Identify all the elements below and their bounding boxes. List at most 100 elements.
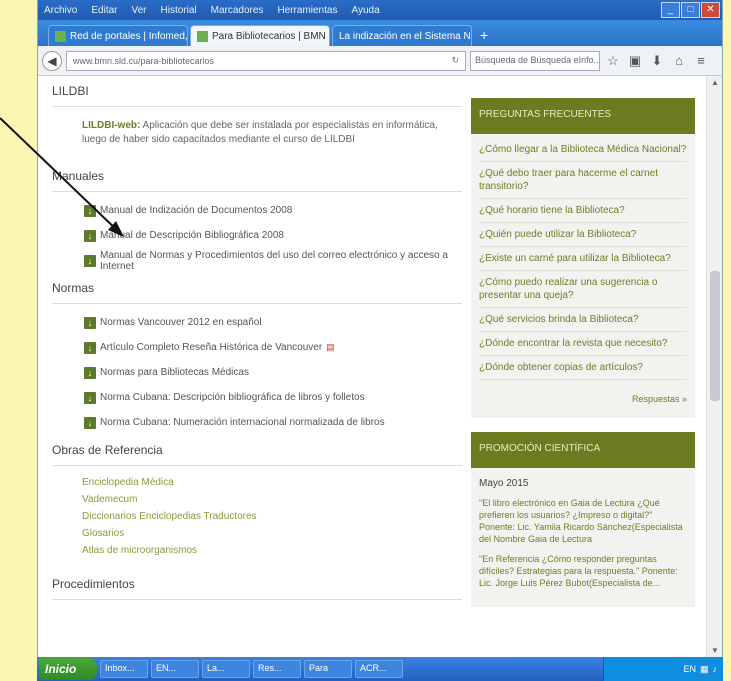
start-button[interactable]: Inicio <box>39 658 97 680</box>
tab-label: Para Bibliotecarios | BMN <box>212 30 326 42</box>
menu-archivo[interactable]: Archivo <box>44 5 77 16</box>
download-icon: ↓ <box>84 254 96 267</box>
close-icon[interactable]: ✕ <box>701 2 720 18</box>
page-content: LILDBI LILDBI-web: Aplicación que debe s… <box>38 76 708 657</box>
faq-link[interactable]: ¿Qué horario tiene la Biblioteca? <box>479 199 687 223</box>
doc-link[interactable]: Norma Cubana: Descripción bibliográfica … <box>100 392 365 403</box>
lildbi-description: LILDBI-web: Aplicación que debe ser inst… <box>52 107 462 161</box>
clipboard-icon[interactable]: ▣ <box>626 53 644 69</box>
language-indicator[interactable]: EN <box>683 664 696 674</box>
tab-indizacion[interactable]: La indización en el Sistema Nacion... × <box>332 25 472 46</box>
lildbi-link[interactable]: LILDBI-web: <box>82 120 140 131</box>
minimize-icon[interactable]: _ <box>661 2 680 18</box>
url-bar[interactable]: www.bmn.sld.cu/para-bibliotecarios ↻ <box>66 50 466 71</box>
menu-editar[interactable]: Editar <box>91 5 117 16</box>
list-item[interactable]: ↓ Artículo Completo Reseña Histórica de V… <box>52 335 462 360</box>
download-icon: ↓ <box>84 229 96 242</box>
faq-link[interactable]: ¿Qué debo traer para hacerme el carnet t… <box>479 162 687 199</box>
faq-link[interactable]: ¿Cómo puedo realizar una sugerencia o pr… <box>479 271 687 308</box>
window-controls: _ □ ✕ <box>661 2 720 18</box>
volume-icon[interactable]: ♪ <box>713 664 718 674</box>
manuales-list: ↓ Manual de Indización de Documentos 2008… <box>52 192 462 273</box>
promo-box: PROMOCIÓN CIENTÍFICA Mayo 2015 "El libro… <box>471 432 695 607</box>
favicon-icon <box>55 30 66 42</box>
doc-link[interactable]: Normas Vancouver 2012 en español <box>100 317 262 328</box>
menu-marcadores[interactable]: Marcadores <box>211 5 264 16</box>
scroll-down-icon[interactable]: ▼ <box>711 646 719 655</box>
promo-link[interactable]: "El libro electrónico en Gaia de Lectura… <box>479 497 687 553</box>
ref-link[interactable]: Diccionarios Enciclopedias Traductores <box>52 508 462 525</box>
faq-link[interactable]: ¿Cómo llegar a la Biblioteca Médica Naci… <box>479 138 687 162</box>
list-item[interactable]: ↓ Norma Cubana: Numeración internacional … <box>52 410 462 435</box>
faq-more-link[interactable]: Respuestas » <box>479 380 687 410</box>
taskbar-item[interactable]: Inbox... <box>100 660 148 678</box>
section-title-procedimientos: Procedimientos <box>52 569 462 600</box>
ref-link[interactable]: Enciclopedia Médica <box>52 474 462 491</box>
menu-bar: Archivo Editar Ver Historial Marcadores … <box>38 0 722 20</box>
new-tab-button[interactable]: + <box>474 27 494 46</box>
star-icon[interactable]: ☆ <box>604 53 622 69</box>
promo-header: PROMOCIÓN CIENTÍFICA <box>471 432 695 468</box>
promo-date: Mayo 2015 <box>479 478 529 489</box>
taskbar-item[interactable]: La... <box>202 660 250 678</box>
doc-link[interactable]: Manual de Normas y Procedimientos del us… <box>100 250 462 272</box>
section-title-normas: Normas <box>52 273 462 304</box>
network-icon[interactable]: ▦ <box>700 664 709 675</box>
tab-label: Red de portales | Infomed, t... <box>70 30 188 42</box>
section-title-lildbi: LILDBI <box>52 76 462 107</box>
download-icon: ↓ <box>84 366 96 379</box>
promo-body: Mayo 2015 "El libro electrónico en Gaia … <box>471 468 695 607</box>
list-item[interactable]: ↓ Manual de Indización de Documentos 2008 <box>52 198 462 223</box>
section-title-referencia: Obras de Referencia <box>52 435 462 466</box>
doc-link[interactable]: Artículo Completo Reseña Histórica de Va… <box>100 342 322 353</box>
menu-ver[interactable]: Ver <box>131 5 146 16</box>
main-column: LILDBI LILDBI-web: Aplicación que debe s… <box>52 76 462 600</box>
faq-header: PREGUNTAS FRECUENTES <box>471 98 695 134</box>
search-input[interactable]: Búsqueda de Búsqueda eInfo... <box>470 50 600 71</box>
ref-link[interactable]: Atlas de microorganismos <box>52 542 462 559</box>
maximize-icon[interactable]: □ <box>681 2 700 18</box>
vertical-scrollbar[interactable]: ▲ ▼ <box>706 76 722 657</box>
system-tray: EN ▦ ♪ <box>603 657 723 681</box>
download-icon: ↓ <box>84 391 96 404</box>
list-item[interactable]: ↓ Manual de Descripción Bibliográfica 200… <box>52 223 462 248</box>
faq-link[interactable]: ¿Qué servicios brinda la Biblioteca? <box>479 308 687 332</box>
download-icon: ↓ <box>84 416 96 429</box>
download-icon: ↓ <box>84 316 96 329</box>
reload-icon[interactable]: ↻ <box>451 55 459 66</box>
faq-link[interactable]: ¿Existe un carné para utilizar la Biblio… <box>479 247 687 271</box>
doc-link[interactable]: Manual de Indización de Documentos 2008 <box>100 205 292 216</box>
list-item[interactable]: ↓ Manual de Normas y Procedimientos del u… <box>52 248 462 273</box>
doc-link[interactable]: Normas para Bibliotecas Médicas <box>100 367 249 378</box>
list-item[interactable]: ↓ Norma Cubana: Descripción bibliográfica… <box>52 385 462 410</box>
faq-link[interactable]: ¿Dónde obtener copias de artículos? <box>479 356 687 380</box>
sidebar: PREGUNTAS FRECUENTES ¿Cómo llegar a la B… <box>471 98 695 607</box>
scroll-up-icon[interactable]: ▲ <box>711 78 719 87</box>
faq-link[interactable]: ¿Quién puede utilizar la Biblioteca? <box>479 223 687 247</box>
download-arrow-icon[interactable]: ⬇ <box>648 53 666 69</box>
ref-link[interactable]: Vademecum <box>52 491 462 508</box>
taskbar-item[interactable]: EN... <box>151 660 199 678</box>
menu-ayuda[interactable]: Ayuda <box>351 5 379 16</box>
menu-herramientas[interactable]: Herramientas <box>277 5 337 16</box>
list-item[interactable]: ↓ Normas Vancouver 2012 en español <box>52 310 462 335</box>
menu-historial[interactable]: Historial <box>161 5 197 16</box>
download-icon: ↓ <box>84 341 96 354</box>
ref-link[interactable]: Glosarios <box>52 525 462 542</box>
url-text: www.bmn.sld.cu/para-bibliotecarios <box>73 55 215 66</box>
taskbar-item[interactable]: Res... <box>253 660 301 678</box>
faq-link[interactable]: ¿Dónde encontrar la revista que necesito… <box>479 332 687 356</box>
tab-para-bibliotecarios[interactable]: Para Bibliotecarios | BMN × <box>190 25 330 46</box>
list-item[interactable]: ↓ Normas para Bibliotecas Médicas <box>52 360 462 385</box>
tab-red-portales[interactable]: Red de portales | Infomed, t... × <box>48 25 188 46</box>
doc-link[interactable]: Norma Cubana: Numeración internacional n… <box>100 417 385 428</box>
menu-icon[interactable]: ≡ <box>692 53 710 68</box>
taskbar-item[interactable]: ACR... <box>355 660 403 678</box>
promo-link[interactable]: "En Referencia ¿Cómo responder preguntas… <box>479 553 687 597</box>
home-icon[interactable]: ⌂ <box>670 53 688 68</box>
back-icon[interactable]: ◀ <box>42 50 62 71</box>
taskbar: Inicio Inbox... EN... La... Res... Para … <box>37 657 723 681</box>
scrollbar-thumb[interactable] <box>710 271 720 401</box>
taskbar-item[interactable]: Para <box>304 660 352 678</box>
doc-link[interactable]: Manual de Descripción Bibliográfica 2008 <box>100 230 284 241</box>
